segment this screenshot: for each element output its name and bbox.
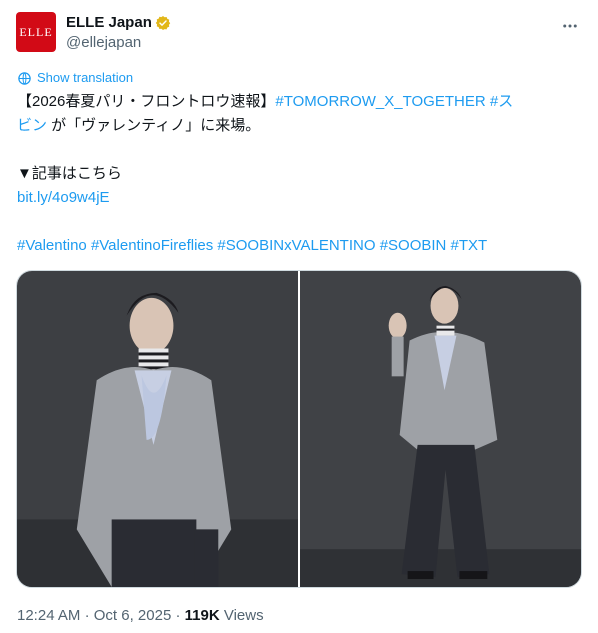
meta-separator: · [84, 607, 90, 624]
views-count: 119K [184, 607, 220, 624]
author-display-name[interactable]: ELLE Japan [66, 13, 171, 33]
tweet-meta: 12:24 AM · Oct 6, 2025 · 119K Views [17, 606, 264, 626]
tweet-header: ELLE ELLE Japan @ellejapan [16, 12, 582, 56]
headline-text: 【2026春夏パリ・フロントロウ速報】 [17, 93, 276, 110]
hashtag-supin-part-2[interactable]: ビン [17, 117, 47, 134]
author-name-block: ELLE Japan @ellejapan [66, 13, 171, 53]
author-handle[interactable]: @ellejapan [66, 33, 171, 53]
hashtag-soobin[interactable]: #SOOBIN [380, 237, 447, 254]
avatar[interactable]: ELLE [16, 12, 56, 52]
display-name-text: ELLE Japan [66, 14, 152, 31]
hashtag-valentino[interactable]: #Valentino [17, 237, 87, 254]
hashtag-tomorrow-x-together[interactable]: #TOMORROW_X_TOGETHER [275, 93, 485, 110]
photo-2-image [300, 271, 581, 587]
hashtag-txt[interactable]: #TXT [451, 237, 488, 254]
hashtag-supin-part-1[interactable]: #ス [490, 93, 513, 110]
article-link[interactable]: bit.ly/4o9w4jE [17, 186, 583, 210]
gold-verified-badge-icon [155, 16, 171, 30]
photo-1[interactable] [17, 271, 298, 587]
tweet-line-1: 【2026春夏パリ・フロントロウ速報】#TOMORROW_X_TOGETHER … [17, 90, 583, 114]
article-label: ▼記事はこちら [17, 165, 122, 182]
media-grid [16, 270, 582, 588]
photo-2[interactable] [300, 271, 581, 587]
hashtag-valentinofireflies[interactable]: #ValentinoFireflies [91, 237, 213, 254]
views-label: Views [223, 607, 264, 624]
tweet-date[interactable]: Oct 6, 2025 [94, 607, 172, 624]
translate-icon [18, 71, 31, 85]
show-translation-link[interactable]: Show translation [17, 70, 133, 86]
meta-separator: · [175, 607, 181, 624]
avatar-logo-text: ELLE [19, 24, 53, 39]
attendance-text: が「ヴァレンティノ」に来場。 [47, 117, 261, 134]
tweet-text: 【2026春夏パリ・フロントロウ速報】#TOMORROW_X_TOGETHER … [17, 90, 583, 258]
photo-1-image [17, 271, 298, 587]
more-horizontal-icon[interactable] [558, 14, 582, 38]
tweet-line-2: ビン が「ヴァレンティノ」に来場。 [17, 114, 583, 138]
tweet-time[interactable]: 12:24 AM [17, 607, 80, 624]
hashtag-soobinxvalentino[interactable]: #SOOBINxVALENTINO [217, 237, 375, 254]
hashtag-row: #Valentino #ValentinoFireflies #SOOBINxV… [17, 234, 583, 258]
show-translation-label: Show translation [37, 70, 134, 85]
